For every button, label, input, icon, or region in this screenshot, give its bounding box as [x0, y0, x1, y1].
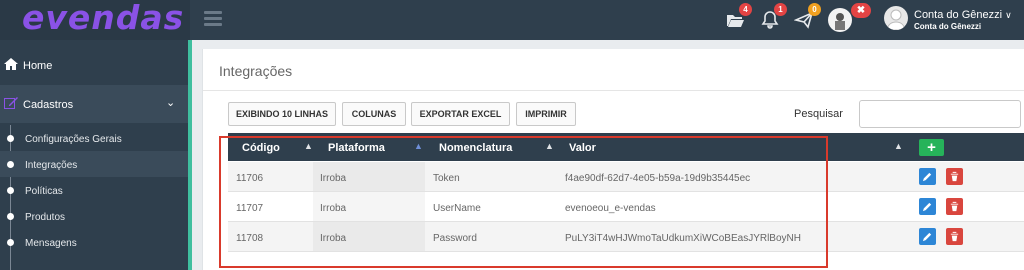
- cell-nomenclatura: UserName: [433, 203, 481, 214]
- bullet-icon: [7, 239, 14, 246]
- sidebar: Home Cadastros ⌄ Configurações Gerais In…: [0, 40, 190, 270]
- sort-icon[interactable]: ▲︎: [894, 141, 903, 151]
- sidebar-accent-bar: [188, 40, 192, 270]
- add-integration-button[interactable]: +: [919, 139, 944, 156]
- search-label: Pesquisar: [794, 108, 843, 120]
- edit-button[interactable]: [919, 168, 936, 185]
- logo[interactable]: evendas: [0, 0, 190, 40]
- sidebar-item-label: Cadastros: [23, 99, 74, 111]
- cell-valor: f4ae90df-62d7-4e05-b59a-19d9b35445ec: [565, 173, 751, 184]
- table-row: 11706 Irroba Token f4ae90df-62d7-4e05-b5…: [228, 162, 1024, 192]
- sidebar-item-home[interactable]: Home: [0, 50, 188, 80]
- cell-plataforma: Irroba: [320, 173, 347, 184]
- edit-icon: [4, 97, 18, 109]
- folder-open-icon[interactable]: 4: [725, 3, 752, 30]
- sidebar-item-label: Home: [23, 60, 53, 72]
- edit-button[interactable]: [919, 198, 936, 215]
- column-header-valor[interactable]: Valor: [569, 142, 596, 154]
- pencil-icon: [922, 232, 932, 242]
- bullet-icon: [7, 161, 14, 168]
- show-rows-button[interactable]: EXIBINDO 10 LINHAS: [228, 102, 336, 126]
- table-row: 11708 Irroba Password PuLY3iT4wHJWmoTaUd…: [228, 222, 1024, 252]
- column-header-plataforma[interactable]: Plataforma: [328, 142, 385, 154]
- divider: [203, 90, 1024, 91]
- sidebar-item-label: Produtos: [25, 212, 66, 223]
- cell-nomenclatura: Token: [433, 173, 460, 184]
- bell-icon[interactable]: 1: [760, 3, 787, 30]
- sort-asc-icon[interactable]: ▲: [414, 141, 423, 151]
- edit-button[interactable]: [919, 228, 936, 245]
- cell-nomenclatura: Password: [433, 233, 477, 244]
- sidebar-item-label: Políticas: [25, 186, 63, 197]
- table-header: Código ▲︎ Plataforma ▲ Nomenclatura ▲︎ V…: [228, 133, 1024, 161]
- delete-button[interactable]: [946, 198, 963, 215]
- cell-valor: evenoeou_e-vendas: [565, 203, 656, 214]
- cell-codigo: 11707: [236, 203, 264, 214]
- account-name: Conta do Gênezzi: [914, 9, 1003, 21]
- agent-avatar-icon[interactable]: [828, 8, 852, 32]
- sidebar-item-label: Configurações Gerais: [25, 134, 122, 145]
- sort-icon[interactable]: ▲︎: [545, 141, 554, 151]
- trash-icon: [950, 201, 959, 212]
- cell-codigo: 11708: [236, 233, 264, 244]
- cell-plataforma: Irroba: [320, 203, 347, 214]
- cell-valor: PuLY3iT4wHJWmoTaUdkumXiWCoBEasJYRlBoyNH: [565, 233, 801, 244]
- column-header-codigo[interactable]: Código: [242, 142, 280, 154]
- columns-button[interactable]: COLUNAS: [342, 102, 406, 126]
- folder-count-badge: 4: [739, 3, 752, 16]
- table-row: 11707 Irroba UserName evenoeou_e-vendas: [228, 192, 1024, 222]
- cell-codigo: 11706: [236, 173, 264, 184]
- delete-button[interactable]: [946, 168, 963, 185]
- delete-button[interactable]: [946, 228, 963, 245]
- bell-count-badge: 1: [774, 3, 787, 16]
- trash-icon: [950, 171, 959, 182]
- sidebar-item-politicas[interactable]: Políticas: [0, 177, 188, 203]
- sidebar-item-cadastros[interactable]: Cadastros ⌄: [0, 85, 188, 123]
- sidebar-item-label: Integrações: [25, 160, 78, 171]
- top-bar: evendas 4 1 0 ✖ Conta do Gênezzi ∨ Conta …: [0, 0, 1024, 40]
- trash-icon: [950, 231, 959, 242]
- sidebar-item-integracoes[interactable]: Integrações: [0, 151, 188, 177]
- page-title: Integrações: [219, 63, 293, 79]
- print-button[interactable]: IMPRIMIR: [516, 102, 576, 126]
- home-icon: [4, 58, 18, 70]
- column-header-nomenclatura[interactable]: Nomenclatura: [439, 142, 512, 154]
- main-content: Integrações EXIBINDO 10 LINHAS COLUNAS E…: [202, 49, 1024, 270]
- plane-count-badge: 0: [808, 3, 821, 16]
- sidebar-item-configuracoes-gerais[interactable]: Configurações Gerais: [0, 125, 188, 151]
- account-menu[interactable]: Conta do Gênezzi ∨ Conta do Gênezzi: [914, 9, 1012, 31]
- bullet-icon: [7, 187, 14, 194]
- search-input[interactable]: [859, 100, 1021, 128]
- sidebar-item-produtos[interactable]: Produtos: [0, 203, 188, 229]
- sidebar-item-label: Mensagens: [25, 238, 77, 249]
- chevron-down-icon: ⌄: [166, 97, 176, 109]
- bullet-icon: [7, 135, 14, 142]
- bullet-icon: [7, 213, 14, 220]
- logo-text: evendas: [22, 0, 185, 37]
- sidebar-item-mensagens[interactable]: Mensagens: [0, 229, 188, 255]
- menu-toggle-icon[interactable]: [204, 11, 222, 27]
- cell-plataforma: Irroba: [320, 233, 347, 244]
- chevron-down-icon: ∨: [1005, 10, 1012, 20]
- user-avatar-icon[interactable]: [884, 6, 908, 30]
- pencil-icon: [922, 172, 932, 182]
- account-subtitle: Conta do Gênezzi: [914, 22, 982, 31]
- close-badge[interactable]: ✖: [851, 3, 871, 18]
- sort-icon[interactable]: ▲︎: [304, 141, 313, 151]
- paper-plane-icon[interactable]: 0: [793, 3, 821, 30]
- pencil-icon: [922, 202, 932, 212]
- export-excel-button[interactable]: EXPORTAR EXCEL: [411, 102, 510, 126]
